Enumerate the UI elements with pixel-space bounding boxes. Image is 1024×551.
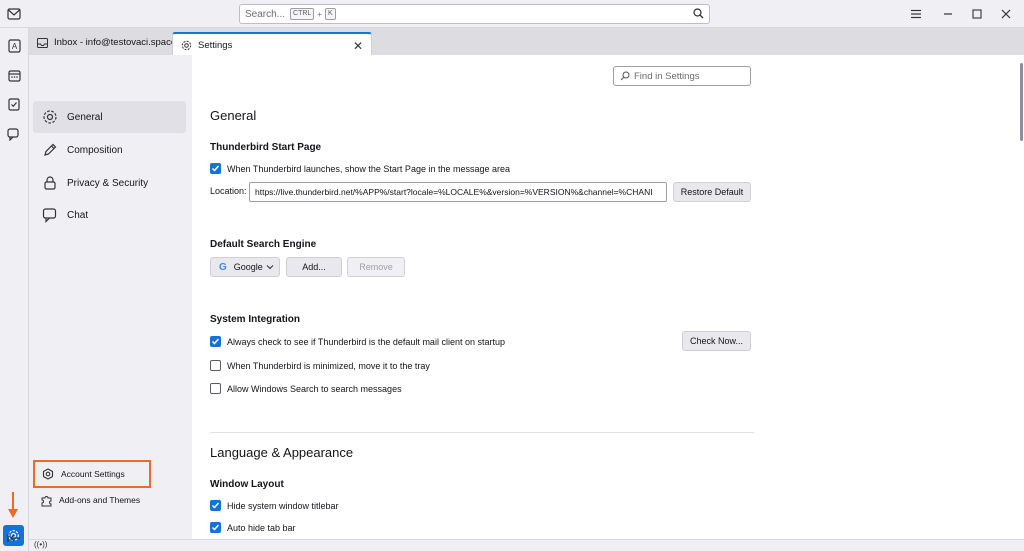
category-general[interactable]: General: [33, 101, 186, 133]
google-logo-icon: G: [219, 261, 227, 273]
mail-icon[interactable]: [5, 5, 23, 23]
online-status-icon[interactable]: ((•)): [34, 540, 47, 549]
check-now-button[interactable]: Check Now...: [682, 331, 751, 351]
hide-titlebar-label: Hide system window titlebar: [227, 500, 339, 511]
section-language-title: Language & Appearance: [210, 445, 354, 460]
global-search-input[interactable]: Search... CTRL + K: [239, 4, 710, 24]
minimize-tray-option[interactable]: When Thunderbird is minimized, move it t…: [210, 360, 430, 371]
find-in-settings-input[interactable]: Find in Settings: [613, 66, 751, 86]
windows-search-label: Allow Windows Search to search messages: [227, 383, 402, 394]
hide-titlebar-option[interactable]: Hide system window titlebar: [210, 500, 339, 511]
lock-icon: [41, 174, 59, 192]
location-input[interactable]: https://live.thunderbird.net/%APP%/start…: [249, 182, 667, 202]
auto-hide-tab-option[interactable]: Auto hide tab bar: [210, 522, 296, 533]
addons-themes-link[interactable]: Add-ons and Themes: [39, 493, 140, 507]
window-layout-heading: Window Layout: [210, 479, 284, 490]
minimize-tray-label: When Thunderbird is minimized, move it t…: [227, 360, 430, 371]
shortcut-plus: +: [317, 9, 322, 19]
minimize-icon[interactable]: [940, 6, 956, 22]
category-chat-label: Chat: [67, 209, 89, 221]
close-window-icon[interactable]: [998, 6, 1014, 22]
checkbox-checked-icon[interactable]: [210, 163, 221, 174]
search-engine-heading: Default Search Engine: [210, 239, 317, 250]
shortcut-k: K: [324, 8, 336, 20]
chat-icon: [41, 206, 59, 224]
title-bar: Search... CTRL + K: [0, 0, 1024, 28]
settings-content: Find in Settings General Thunderbird Sta…: [192, 55, 1018, 539]
addons-label: Add-ons and Themes: [59, 495, 141, 505]
shortcut-ctrl: CTRL: [290, 8, 315, 20]
tab-settings-label: Settings: [198, 40, 233, 51]
checkbox-unchecked-icon[interactable]: [210, 383, 221, 394]
always-check-option[interactable]: Always check to see if Thunderbird is th…: [210, 336, 505, 347]
search-icon: [620, 71, 630, 81]
always-check-label: Always check to see if Thunderbird is th…: [227, 336, 505, 347]
section-general-title: General: [210, 108, 257, 123]
maximize-icon[interactable]: [969, 6, 985, 22]
checkbox-unchecked-icon[interactable]: [210, 360, 221, 371]
account-settings-link[interactable]: Account Settings: [33, 460, 151, 488]
settings-categories: General Composition Privacy & Security C…: [29, 55, 192, 539]
checkbox-checked-icon[interactable]: [210, 500, 221, 511]
restore-default-button[interactable]: Restore Default: [673, 182, 751, 202]
system-integration-heading: System Integration: [210, 314, 301, 325]
category-composition-label: Composition: [67, 144, 123, 156]
status-bar: ((•)): [29, 539, 1024, 551]
search-engine-value: Google: [233, 262, 263, 272]
search-icon[interactable]: [693, 8, 704, 22]
tab-settings[interactable]: Settings ✕: [172, 32, 372, 57]
settings-tab-icon: [181, 40, 192, 51]
start-page-heading: Thunderbird Start Page: [210, 142, 322, 153]
start-page-label: When Thunderbird launches, show the Star…: [227, 163, 511, 174]
close-tab-icon[interactable]: ✕: [353, 39, 363, 53]
spaces-toolbar: A: [0, 28, 29, 551]
checkbox-checked-icon[interactable]: [210, 522, 221, 533]
collapse-toolbar-icon[interactable]: [6, 531, 22, 545]
category-chat[interactable]: Chat: [33, 199, 186, 231]
gear-icon: [41, 108, 59, 126]
pencil-icon: [41, 141, 59, 159]
search-engine-select[interactable]: G Google: [210, 257, 280, 277]
tasks-icon[interactable]: [5, 95, 23, 113]
start-page-option[interactable]: When Thunderbird launches, show the Star…: [210, 163, 510, 174]
chevron-down-icon: [266, 264, 274, 270]
account-settings-icon: [41, 467, 55, 481]
add-engine-button[interactable]: Add...: [286, 257, 342, 277]
scrollbar[interactable]: [1018, 55, 1024, 539]
search-placeholder: Search...: [245, 8, 286, 20]
auto-hide-tab-label: Auto hide tab bar: [227, 522, 296, 533]
find-placeholder: Find in Settings: [634, 70, 700, 82]
category-general-label: General: [67, 111, 103, 123]
section-divider: [210, 432, 754, 433]
scrollbar-thumb[interactable]: [1020, 63, 1023, 141]
location-label: Location:: [210, 186, 247, 196]
app-menu-icon[interactable]: [908, 6, 924, 22]
address-book-icon[interactable]: A: [5, 37, 23, 55]
annotation-arrow-icon: [7, 492, 19, 523]
category-privacy[interactable]: Privacy & Security: [33, 167, 186, 199]
calendar-icon[interactable]: [5, 66, 23, 84]
tab-inbox-label: Inbox - info@testovaci.space: [54, 37, 177, 48]
remove-engine-button: Remove: [347, 257, 405, 277]
category-privacy-label: Privacy & Security: [67, 177, 149, 189]
checkbox-checked-icon[interactable]: [210, 336, 221, 347]
svg-text:A: A: [11, 42, 17, 51]
account-settings-label: Account Settings: [61, 469, 125, 479]
inbox-tab-icon: [37, 37, 48, 48]
chat-space-icon[interactable]: [5, 125, 23, 143]
puzzle-icon: [39, 493, 53, 507]
category-composition[interactable]: Composition: [33, 134, 186, 166]
windows-search-option[interactable]: Allow Windows Search to search messages: [210, 383, 402, 394]
